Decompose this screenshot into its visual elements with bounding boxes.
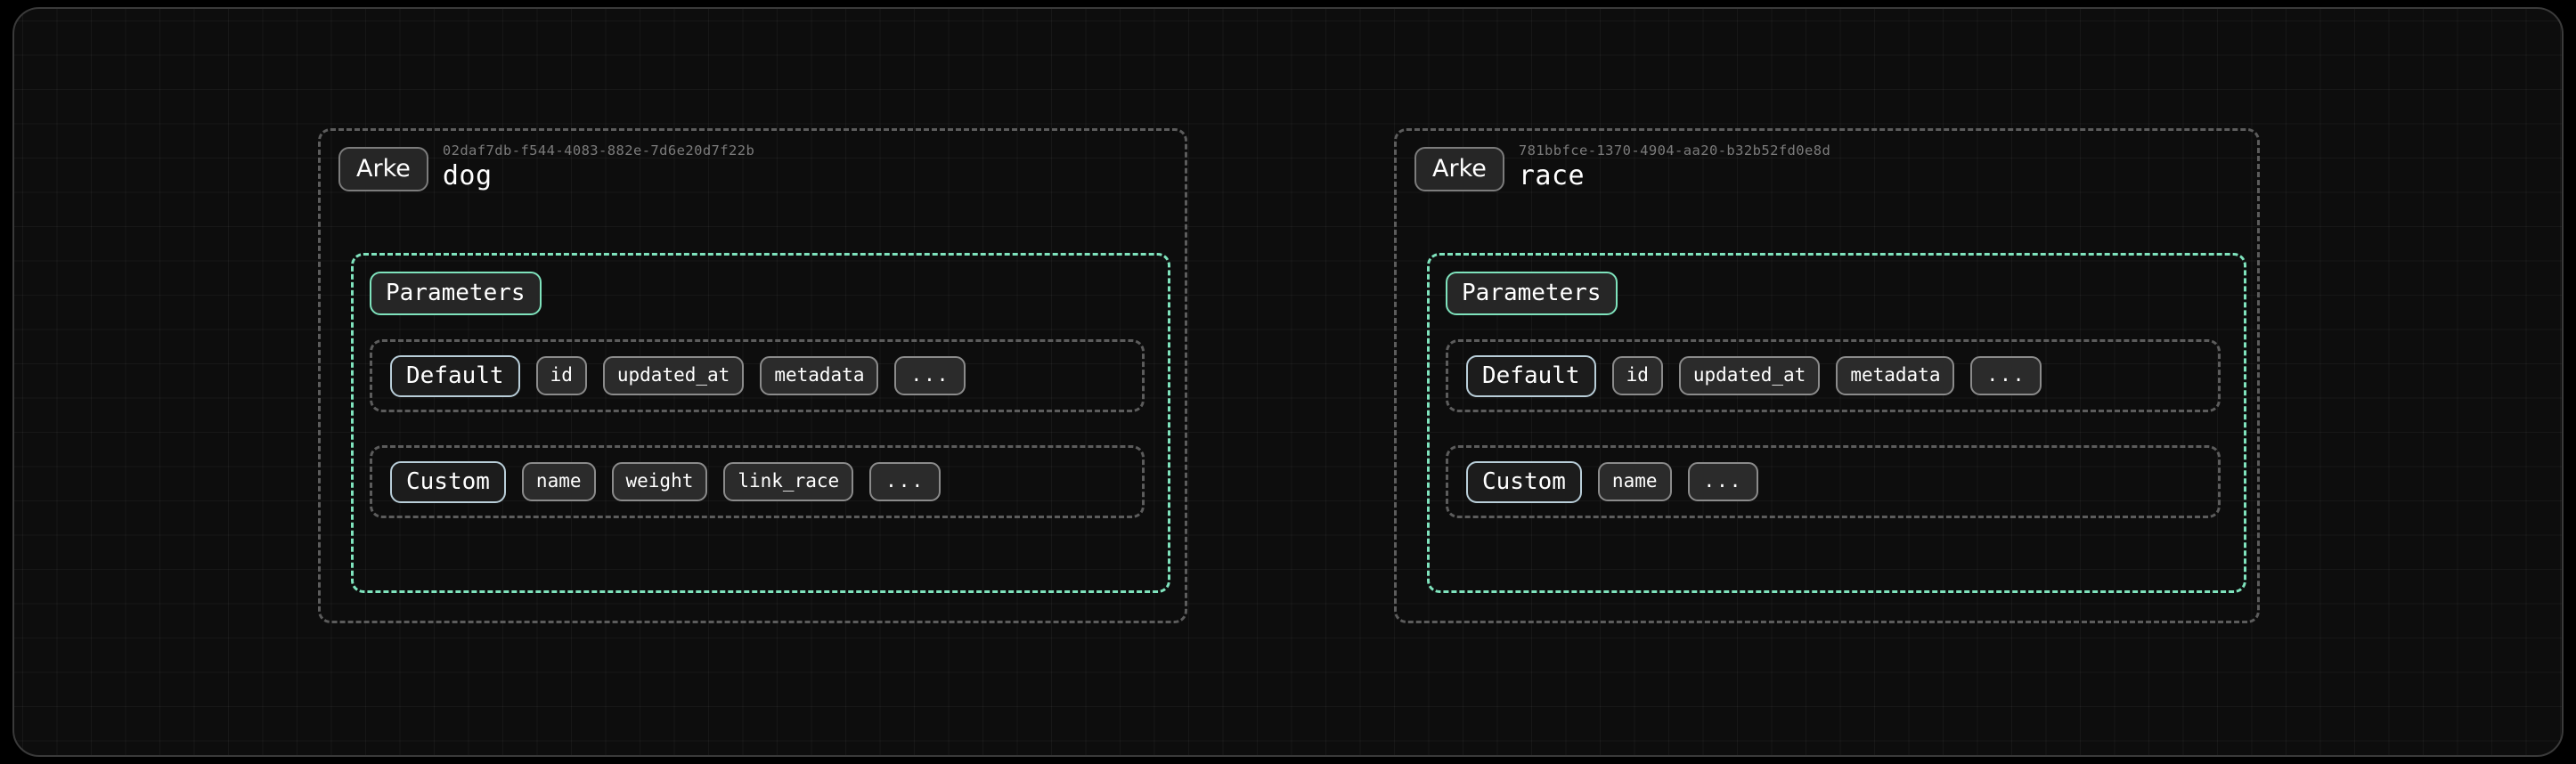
parameter-chip[interactable]: updated_at — [1679, 356, 1820, 394]
parameter-chip-more[interactable]: ... — [1970, 356, 2042, 394]
parameter-chip[interactable]: metadata — [760, 356, 878, 394]
arke-id: 781bbfce-1370-4904-aa20-b32b52fd0e8d — [1519, 143, 1830, 159]
arke-type-badge[interactable]: Arke — [338, 147, 428, 191]
parameter-chip[interactable]: updated_at — [603, 356, 744, 394]
parameter-group-custom[interactable]: Custom name weight link_race ... — [370, 445, 1145, 518]
parameters-box[interactable]: Parameters Default id updated_at metadat… — [351, 253, 1170, 593]
parameters-badge[interactable]: Parameters — [370, 272, 542, 315]
parameter-kind-badge[interactable]: Custom — [1466, 461, 1582, 503]
arke-header-text: 02daf7db-f544-4083-882e-7d6e20d7f22b dog — [443, 143, 754, 194]
parameter-group-default[interactable]: Default id updated_at metadata ... — [1446, 339, 2221, 412]
arke-header-text: 781bbfce-1370-4904-aa20-b32b52fd0e8d rac… — [1519, 143, 1830, 194]
parameter-chip[interactable]: id — [536, 356, 587, 394]
parameter-group-default[interactable]: Default id updated_at metadata ... — [370, 339, 1145, 412]
arke-header: Arke 02daf7db-f544-4083-882e-7d6e20d7f22… — [338, 143, 754, 194]
parameter-chip[interactable]: id — [1612, 356, 1663, 394]
diagram-canvas: Arke 02daf7db-f544-4083-882e-7d6e20d7f22… — [12, 7, 2564, 757]
parameter-chip-more[interactable]: ... — [869, 462, 941, 500]
parameters-badge[interactable]: Parameters — [1446, 272, 1618, 315]
arke-label: dog — [443, 159, 754, 193]
parameter-chip[interactable]: name — [1598, 462, 1672, 500]
parameter-chip[interactable]: metadata — [1836, 356, 1954, 394]
arke-header: Arke 781bbfce-1370-4904-aa20-b32b52fd0e8… — [1414, 143, 1830, 194]
arke-group-dog[interactable]: Arke 02daf7db-f544-4083-882e-7d6e20d7f22… — [318, 128, 1187, 623]
parameter-chip-more[interactable]: ... — [894, 356, 966, 394]
arke-group-race[interactable]: Arke 781bbfce-1370-4904-aa20-b32b52fd0e8… — [1394, 128, 2260, 623]
parameter-kind-badge[interactable]: Custom — [390, 461, 506, 503]
parameter-chip[interactable]: name — [522, 462, 596, 500]
parameter-kind-badge[interactable]: Default — [1466, 355, 1596, 397]
arke-id: 02daf7db-f544-4083-882e-7d6e20d7f22b — [443, 143, 754, 159]
parameter-chip[interactable]: weight — [612, 462, 708, 500]
parameters-box[interactable]: Parameters Default id updated_at metadat… — [1427, 253, 2246, 593]
arke-label: race — [1519, 159, 1830, 193]
parameter-kind-badge[interactable]: Default — [390, 355, 520, 397]
parameter-chip-more[interactable]: ... — [1688, 462, 1759, 500]
parameter-chip[interactable]: link_race — [723, 462, 853, 500]
arke-type-badge[interactable]: Arke — [1414, 147, 1504, 191]
parameter-group-custom[interactable]: Custom name ... — [1446, 445, 2221, 518]
